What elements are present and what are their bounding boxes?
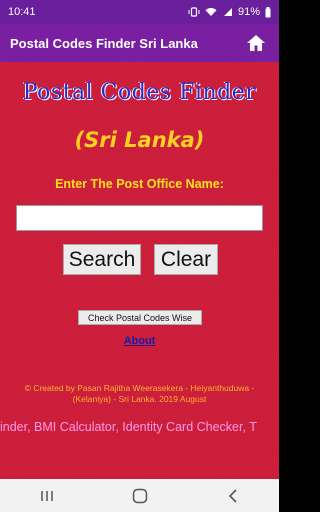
page-heading: Postal Codes Finder xyxy=(22,80,257,105)
main-content: Postal Codes Finder (Sri Lanka) Enter Th… xyxy=(0,62,279,479)
scrolling-apps-text: inder, BMI Calculator, Identity Card Che… xyxy=(0,420,257,434)
back-icon[interactable] xyxy=(213,484,253,508)
about-link[interactable]: About xyxy=(0,335,279,347)
check-postal-codes-wise-button[interactable]: Check Postal Codes Wise xyxy=(78,310,202,325)
nav-home-icon[interactable] xyxy=(120,484,160,508)
status-bar: 10:41 91% xyxy=(0,0,279,24)
search-button[interactable]: Search xyxy=(63,244,141,275)
vibrate-icon xyxy=(188,7,200,17)
battery-percent: 91% xyxy=(237,6,260,18)
app-title: Postal Codes Finder Sri Lanka xyxy=(10,35,198,51)
post-office-input[interactable] xyxy=(16,205,263,231)
post-office-prompt: Enter The Post Office Name: xyxy=(55,177,224,191)
battery-icon xyxy=(265,6,271,18)
recents-icon[interactable] xyxy=(27,484,67,508)
navigation-bar xyxy=(0,479,279,512)
clear-button[interactable]: Clear xyxy=(154,244,218,275)
status-indicators: 91% xyxy=(188,6,271,18)
credit-text: © Created by Pasan Rajitha Weerasekera -… xyxy=(24,383,255,404)
signal-icon xyxy=(222,7,233,17)
country-subheading: (Sri Lanka) xyxy=(74,128,205,152)
app-bar: Postal Codes Finder Sri Lanka xyxy=(0,24,279,62)
home-icon[interactable] xyxy=(243,30,269,56)
wifi-icon xyxy=(205,7,217,17)
status-time: 10:41 xyxy=(8,6,36,18)
